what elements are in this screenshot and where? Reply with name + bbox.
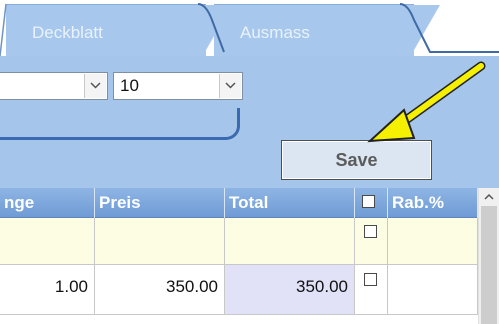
cell-rabatt[interactable] bbox=[388, 218, 478, 264]
cell-menge[interactable] bbox=[0, 218, 95, 264]
group-frame bbox=[0, 108, 240, 140]
row-checkbox[interactable] bbox=[364, 273, 377, 286]
column-header-menge[interactable]: nge bbox=[0, 188, 95, 218]
second-select[interactable]: 10 bbox=[113, 72, 243, 100]
cell-rabatt[interactable] bbox=[388, 265, 478, 314]
column-header-total[interactable]: Total bbox=[225, 188, 355, 218]
cell-total[interactable]: 350.00 bbox=[225, 265, 355, 314]
checkbox-icon[interactable] bbox=[362, 195, 375, 208]
column-header-select[interactable] bbox=[355, 188, 388, 218]
save-button[interactable]: Save bbox=[281, 140, 432, 180]
table-row[interactable]: 1.00 350.00 350.00 bbox=[0, 265, 478, 315]
cell-total[interactable] bbox=[225, 218, 355, 264]
cell-select[interactable] bbox=[355, 218, 388, 264]
table-row[interactable] bbox=[0, 218, 478, 265]
first-select[interactable] bbox=[0, 72, 108, 100]
line-items-table: nge Preis Total Rab.% 1.00 350.00 350.00 bbox=[0, 188, 478, 324]
cell-select[interactable] bbox=[355, 265, 388, 314]
row-checkbox[interactable] bbox=[364, 225, 377, 238]
chevron-down-icon[interactable] bbox=[84, 74, 106, 98]
column-header-preis[interactable]: Preis bbox=[95, 188, 225, 218]
scrollbar-thumb[interactable] bbox=[481, 206, 497, 324]
second-select-value: 10 bbox=[120, 76, 139, 95]
chevron-down-icon[interactable] bbox=[219, 74, 241, 98]
column-header-rabatt[interactable]: Rab.% bbox=[388, 188, 478, 218]
tab-outline bbox=[0, 3, 499, 56]
app-window: Deckblatt Ausmass 10 Save nge Preis Tota… bbox=[0, 0, 499, 324]
vertical-scrollbar[interactable] bbox=[478, 188, 499, 324]
table-header: nge Preis Total Rab.% bbox=[0, 188, 478, 218]
cell-menge[interactable]: 1.00 bbox=[0, 265, 95, 314]
scroll-up-icon[interactable] bbox=[479, 188, 499, 206]
tab-strip: Deckblatt Ausmass bbox=[0, 0, 499, 57]
cell-preis[interactable]: 350.00 bbox=[95, 265, 225, 314]
cell-preis[interactable] bbox=[95, 218, 225, 264]
